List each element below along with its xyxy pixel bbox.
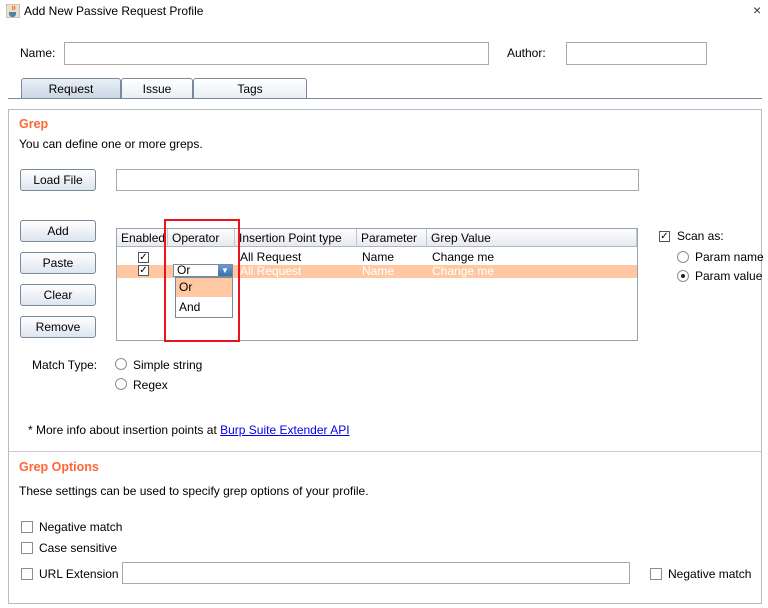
- insertion-points-info: * More info about insertion points at Bu…: [28, 423, 350, 437]
- column-header-grep-value[interactable]: Grep Value: [427, 229, 637, 247]
- clear-button[interactable]: Clear: [20, 284, 96, 306]
- tab-label: Request: [48, 82, 94, 96]
- param-value-radio[interactable]: [677, 270, 689, 282]
- close-icon[interactable]: ×: [753, 2, 761, 18]
- grep-description: You can define one or more greps.: [19, 137, 203, 151]
- name-label: Name:: [20, 46, 56, 60]
- param-value-label: Param value: [695, 269, 763, 283]
- tab-divider: [8, 98, 762, 99]
- param-name-radio[interactable]: [677, 251, 689, 263]
- tab-label: Issue: [142, 82, 172, 96]
- insertion-point-cell: All Request: [240, 250, 302, 264]
- title-bar: Add New Passive Request Profile ×: [0, 0, 768, 22]
- param-name-label: Param name: [695, 250, 764, 264]
- url-extension-label: URL Extension: [39, 567, 119, 581]
- simple-string-label: Simple string: [133, 358, 203, 372]
- url-extension-checkbox[interactable]: [21, 568, 33, 580]
- case-sensitive-label: Case sensitive: [39, 541, 118, 555]
- case-sensitive-checkbox[interactable]: [21, 542, 33, 554]
- column-header-insertion-point[interactable]: Insertion Point type: [235, 229, 357, 247]
- highlight-box: [164, 219, 240, 342]
- tab-issue[interactable]: Issue: [121, 78, 193, 99]
- file-path-field[interactable]: [116, 169, 639, 191]
- simple-string-radio[interactable]: [115, 358, 127, 370]
- paste-button[interactable]: Paste: [20, 252, 96, 274]
- tab-label: Tags: [237, 82, 263, 96]
- url-extension-field[interactable]: [122, 562, 630, 584]
- url-negative-match-checkbox[interactable]: [650, 568, 662, 580]
- enabled-checkbox[interactable]: ✓: [138, 252, 149, 263]
- grep-value-cell: Change me: [432, 264, 495, 278]
- section-divider: [9, 451, 761, 452]
- grep-options-description: These settings can be used to specify gr…: [19, 484, 369, 498]
- insertion-point-cell: All Request: [240, 264, 302, 278]
- load-file-button[interactable]: Load File: [20, 169, 96, 191]
- parameter-cell: Name: [362, 264, 395, 278]
- grep-title: Grep: [19, 117, 49, 131]
- column-header-enabled[interactable]: Enabled: [117, 229, 168, 247]
- author-label: Author:: [507, 46, 546, 60]
- author-field[interactable]: [566, 42, 707, 65]
- parameter-cell: Name: [362, 250, 395, 264]
- regex-label: Regex: [133, 378, 168, 392]
- tab-request[interactable]: Request: [21, 78, 121, 99]
- negative-match-checkbox[interactable]: [21, 521, 33, 533]
- window-title: Add New Passive Request Profile: [24, 4, 204, 18]
- column-header-parameter[interactable]: Parameter: [357, 229, 427, 247]
- scan-as-checkbox[interactable]: ✓: [659, 231, 670, 242]
- name-field[interactable]: [64, 42, 489, 65]
- info-text: * More info about insertion points at: [28, 423, 221, 437]
- add-button[interactable]: Add: [20, 220, 96, 242]
- remove-button[interactable]: Remove: [20, 316, 96, 338]
- java-cup-icon: [6, 4, 20, 18]
- url-negative-match-label: Negative match: [668, 567, 752, 581]
- negative-match-label: Negative match: [39, 520, 123, 534]
- burp-extender-api-link[interactable]: Burp Suite Extender API: [220, 423, 349, 437]
- enabled-checkbox[interactable]: ✓: [138, 265, 149, 276]
- grep-options-title: Grep Options: [19, 460, 99, 474]
- regex-radio[interactable]: [115, 378, 127, 390]
- scan-as-label: Scan as:: [677, 229, 724, 243]
- match-type-label: Match Type:: [32, 358, 98, 372]
- tab-tags[interactable]: Tags: [193, 78, 307, 99]
- grep-value-cell: Change me: [432, 250, 495, 264]
